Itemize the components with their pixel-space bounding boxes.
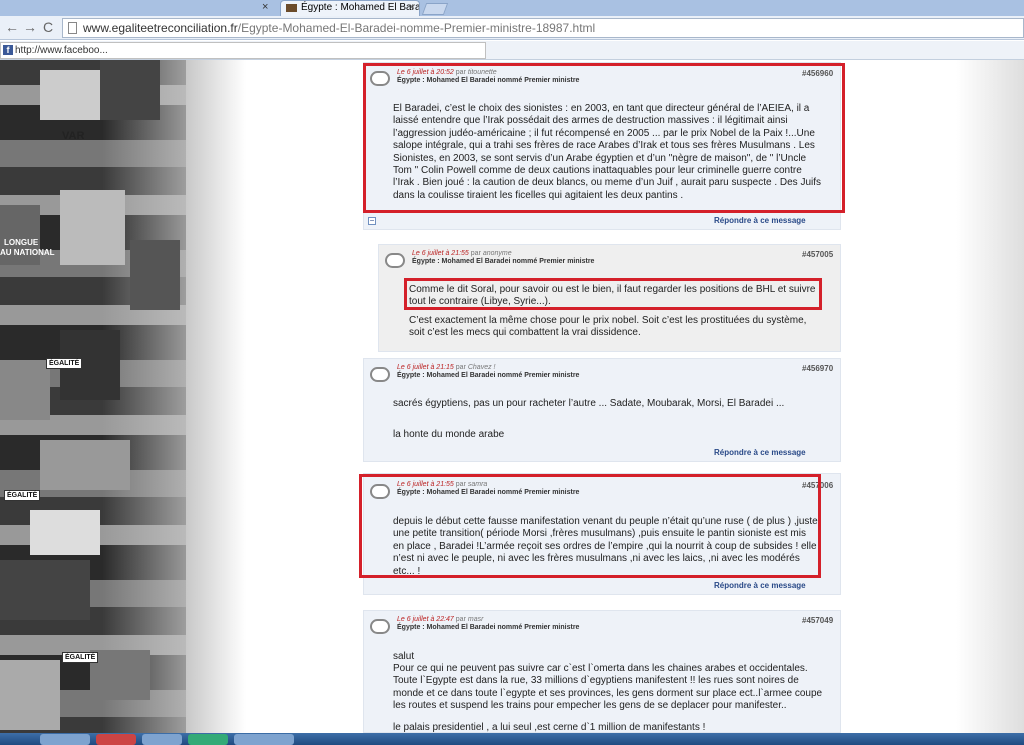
comment-author: Chavez !	[467, 364, 496, 371]
collage-text: LONGUE	[4, 238, 39, 247]
page-icon	[68, 22, 77, 34]
tab-bar: × Égypte : Mohamed El Bara ×	[0, 0, 1024, 16]
comment-date[interactable]: Le 6 juillet à 21:55	[412, 250, 469, 257]
comment-457049: Le 6 juillet à 22:47 par masr Égypte : M…	[363, 610, 841, 733]
comment-bubble-icon	[385, 253, 405, 268]
collage-photo	[90, 650, 150, 700]
logo-badge: ÉGALITÉ	[62, 652, 99, 663]
logo-badge: ÉGALITÉ	[46, 358, 83, 369]
collage-photo	[0, 360, 50, 420]
comment-457005: Le 6 juillet à 21:55 par anonyme Égypte …	[378, 244, 841, 352]
comment-body: El Baradei, c’est le choix des sionistes…	[393, 103, 822, 201]
collage-text: AU NATIONAL	[0, 248, 55, 257]
comment-meta: Le 6 juillet à 21:15 par Chavez ! Égypte…	[397, 364, 579, 379]
comment-author: samra	[467, 481, 488, 488]
collage-photo	[60, 190, 125, 265]
comment-id[interactable]: #456960	[802, 69, 833, 78]
comment-subject: Égypte : Mohamed El Baradei nommé Premie…	[397, 489, 580, 496]
taskbar-button[interactable]	[234, 734, 294, 745]
comment-bubble-icon	[370, 71, 390, 86]
par-label: par	[455, 481, 466, 488]
comment-body: la honte du monde arabe	[393, 429, 505, 440]
comment-meta: Le 6 juillet à 21:55 par anonyme Égypte …	[412, 250, 594, 265]
url-path: /Egypte-Mohamed-El-Baradei-nomme-Premier…	[237, 21, 596, 35]
collage-photo	[0, 660, 60, 730]
address-bar[interactable]: www.egaliteetreconciliation.fr/Egypte-Mo…	[62, 18, 1024, 38]
logo-badge: ÉGALITÉ	[4, 490, 41, 501]
bookmarks-bar: f http://www.faceboo...	[0, 41, 1024, 60]
comment-id[interactable]: #457005	[802, 250, 833, 259]
reply-link[interactable]: Répondre à ce message	[714, 581, 806, 590]
collage-text: VAR	[62, 130, 85, 142]
active-tab[interactable]: Égypte : Mohamed El Bara ×	[280, 0, 420, 16]
comment-body: Pour ce qui ne peuvent pas suivre car c`…	[393, 663, 823, 712]
forward-button[interactable]: →	[22, 19, 38, 35]
comment-456970: Le 6 juillet à 21:15 par Chavez ! Égypte…	[363, 358, 841, 462]
close-tab-icon[interactable]: ×	[262, 1, 268, 13]
bookmark-label: http://www.faceboo...	[15, 45, 108, 56]
comment-id[interactable]: #457006	[802, 481, 833, 490]
comment-subject: Égypte : Mohamed El Baradei nommé Premie…	[397, 624, 580, 631]
reply-link[interactable]: Répondre à ce message	[714, 216, 806, 225]
bookmark-facebook[interactable]: f http://www.faceboo...	[0, 42, 486, 59]
url-domain: www.egaliteetreconciliation.fr	[83, 21, 238, 35]
collage-photo	[30, 510, 100, 555]
comment-subject: Égypte : Mohamed El Baradei nommé Premie…	[397, 372, 580, 379]
comment-subject: Égypte : Mohamed El Baradei nommé Premie…	[412, 258, 595, 265]
comment-body: depuis le début cette fausse manifestati…	[393, 516, 818, 577]
tab-title: Égypte : Mohamed El Bara	[301, 2, 420, 13]
comment-bubble-icon	[370, 484, 390, 499]
comment-body: Comme le dit Soral, pour savoir ou est l…	[409, 284, 816, 308]
par-label: par	[455, 364, 466, 371]
taskbar-button[interactable]	[40, 734, 90, 745]
taskbar-button[interactable]	[188, 734, 228, 745]
comment-meta: Le 6 juillet à 22:47 par masr Égypte : M…	[397, 616, 579, 631]
comment-body: salut	[393, 651, 415, 662]
reload-button[interactable]: C	[40, 19, 56, 35]
comment-date[interactable]: Le 6 juillet à 20:52	[397, 69, 454, 76]
collage-photo	[40, 440, 130, 490]
collage-photo	[130, 240, 180, 310]
comment-id[interactable]: #457049	[802, 616, 833, 625]
par-label: par	[470, 250, 481, 257]
comment-subject: Égypte : Mohamed El Baradei nommé Premie…	[397, 77, 580, 84]
taskbar-button[interactable]	[96, 734, 136, 745]
collage-photo	[40, 70, 100, 120]
collapse-icon[interactable]: −	[368, 217, 376, 225]
comment-id[interactable]: #456970	[802, 364, 833, 373]
toolbar: ← → C www.egaliteetreconciliation.fr/Egy…	[0, 16, 1024, 40]
comment-meta: Le 6 juillet à 20:52 par titounette Égyp…	[397, 69, 579, 84]
close-tab-icon[interactable]: ×	[409, 1, 415, 15]
collage-photo	[0, 560, 90, 620]
facebook-icon: f	[3, 45, 13, 55]
comment-body: sacrés égyptiens, pas un pour racheter l…	[393, 398, 785, 409]
comment-date[interactable]: Le 6 juillet à 21:55	[397, 481, 454, 488]
reply-link[interactable]: Répondre à ce message	[714, 448, 806, 457]
collage-photo	[100, 60, 160, 120]
comment-author: titounette	[467, 69, 497, 76]
comment-date[interactable]: Le 6 juillet à 22:47	[397, 616, 454, 623]
taskbar-button[interactable]	[142, 734, 182, 745]
comment-body: C’est exactement la même chose pour le p…	[409, 315, 807, 339]
comment-meta: Le 6 juillet à 21:55 par samra Égypte : …	[397, 481, 579, 496]
photo-collage: VAR LONGUE AU NATIONAL ÉGALITÉ ÉGALITÉ É…	[0, 60, 186, 745]
comment-author: masr	[467, 616, 484, 623]
comment-date[interactable]: Le 6 juillet à 21:15	[397, 364, 454, 371]
par-label: par	[455, 69, 466, 76]
comment-bubble-icon	[370, 619, 390, 634]
comment-bubble-icon	[370, 367, 390, 382]
taskbar	[0, 733, 1024, 745]
back-button[interactable]: ←	[4, 19, 20, 35]
site-favicon-icon	[286, 4, 297, 12]
comment-author: anonyme	[482, 250, 512, 257]
par-label: par	[455, 616, 466, 623]
new-tab-button[interactable]	[421, 3, 449, 15]
comment-456960: Le 6 juillet à 20:52 par titounette Égyp…	[363, 62, 841, 230]
comment-457006: Le 6 juillet à 21:55 par samra Égypte : …	[363, 473, 841, 595]
